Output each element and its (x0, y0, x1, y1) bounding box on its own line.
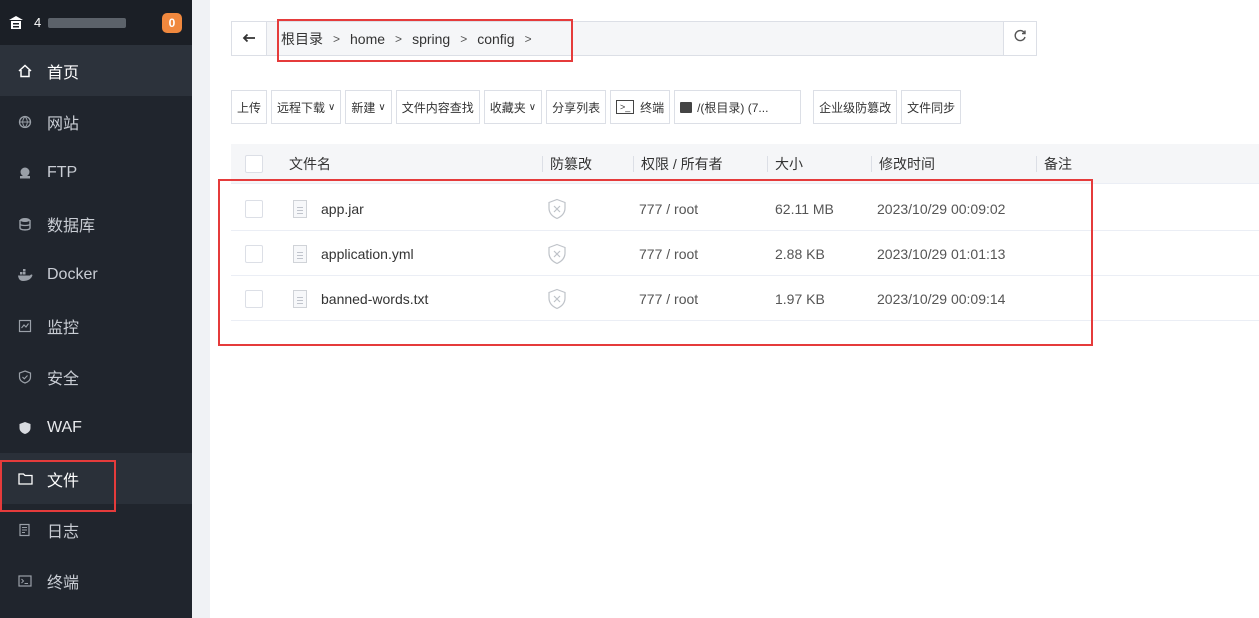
sidebar-item-label: FTP (47, 163, 78, 181)
sidebar-item-waf[interactable]: WAF (0, 402, 192, 453)
header-size[interactable]: 大小 (767, 144, 803, 184)
header-perm[interactable]: 权限 / 所有者 (633, 144, 723, 184)
sidebar-item-label: 安全 (47, 370, 80, 388)
header-note[interactable]: 备注 (1036, 144, 1072, 184)
refresh-button[interactable] (1003, 22, 1036, 55)
upload-label: 上传 (237, 100, 262, 115)
tamper-protect-label: 企业级防篡改 (819, 100, 892, 115)
server-header: 4 0 (0, 0, 192, 45)
highlight-box-sidebar (0, 460, 116, 512)
database-icon (17, 216, 33, 232)
toolbar: 上传 远程下载 ∨ 新建 ∨ 文件内容查找 收藏夹 ∨ 分享列表 >_ 终端 /(根目录… (231, 90, 965, 124)
remote-download-label: 远程下载 (277, 100, 326, 115)
checkbox[interactable] (245, 155, 263, 173)
share-list-button[interactable]: 分享列表 (546, 90, 607, 124)
search-content-button[interactable]: 文件内容查找 (395, 90, 480, 124)
log-icon (17, 522, 33, 538)
sidebar-item-label: 首页 (47, 64, 80, 82)
terminal-label: 终端 (640, 100, 665, 115)
favorites-label: 收藏夹 (489, 100, 526, 115)
select-all-checkbox[interactable] (245, 144, 263, 184)
sidebar-item-home[interactable]: 首页 (0, 45, 192, 96)
home-icon (17, 63, 33, 79)
sidebar-item-terminal[interactable]: 终端 (0, 555, 192, 606)
disk-label: /(根目录) (7... (697, 100, 769, 115)
docker-icon (17, 267, 33, 283)
share-list-label: 分享列表 (552, 100, 601, 115)
header-mtime[interactable]: 修改时间 (871, 144, 935, 184)
sidebar-item-security[interactable]: 安全 (0, 351, 192, 402)
sidebar-item-label: Docker (47, 265, 98, 283)
sidebar-item-label: 监控 (47, 319, 80, 337)
waf-icon (17, 420, 33, 436)
sidebar-item-label: WAF (47, 418, 82, 436)
sidebar-item-database[interactable]: 数据库 (0, 198, 192, 249)
blurred-ip (48, 17, 127, 28)
chevron-down-icon: ∨ (328, 101, 336, 113)
remote-download-button[interactable]: 远程下载 ∨ (271, 90, 342, 124)
terminal-button[interactable]: >_ 终端 (610, 90, 671, 124)
globe-icon (17, 114, 33, 130)
file-sync-label: 文件同步 (907, 100, 956, 115)
header-tamper[interactable]: 防篡改 (542, 144, 592, 184)
chevron-down-icon: ∨ (378, 101, 386, 113)
sidebar-item-label: 网站 (47, 115, 80, 133)
file-sync-button[interactable]: 文件同步 (901, 90, 962, 124)
sidebar-item-label: 日志 (47, 523, 80, 541)
back-button[interactable] (232, 22, 267, 55)
sidebar-item-label: 数据库 (47, 217, 96, 235)
notification-badge[interactable]: 0 (162, 12, 182, 33)
tamper-protect-button[interactable]: 企业级防篡改 (813, 90, 898, 124)
monitor-icon (17, 318, 33, 334)
sidebar-item-website[interactable]: 网站 (0, 96, 192, 147)
table-header: 文件名 防篡改 权限 / 所有者 大小 修改时间 备注 (231, 144, 1259, 184)
chevron-down-icon: ∨ (528, 101, 537, 113)
refresh-icon (1013, 29, 1027, 48)
server-ip: 4 (34, 15, 43, 30)
sidebar-item-label: 终端 (47, 574, 80, 592)
new-button[interactable]: 新建 ∨ (345, 90, 392, 124)
search-content-label: 文件内容查找 (401, 100, 474, 115)
highlight-box-breadcrumb (277, 19, 573, 62)
new-label: 新建 (351, 100, 376, 115)
server-logo-icon (8, 15, 24, 31)
upload-button[interactable]: 上传 (231, 90, 268, 124)
highlight-box-file-list (218, 179, 1093, 346)
arrow-left-icon (242, 30, 256, 47)
sidebar-item-ftp[interactable]: FTP (0, 147, 192, 198)
terminal-icon (17, 573, 33, 589)
disk-button[interactable]: /(根目录) (7... (674, 90, 802, 124)
header-name[interactable]: 文件名 (289, 144, 331, 184)
terminal-icon: >_ (616, 100, 635, 114)
ftp-icon (17, 165, 33, 181)
sidebar-item-docker[interactable]: Docker (0, 249, 192, 300)
sidebar: 4 0 首页 网站 FTP 数据库 Docker 监控 安全 WAF 文件 日志 (0, 0, 192, 618)
favorites-button[interactable]: 收藏夹 ∨ (483, 90, 543, 124)
sidebar-item-monitor[interactable]: 监控 (0, 300, 192, 351)
shield-icon (17, 369, 33, 385)
disk-icon (680, 101, 693, 113)
